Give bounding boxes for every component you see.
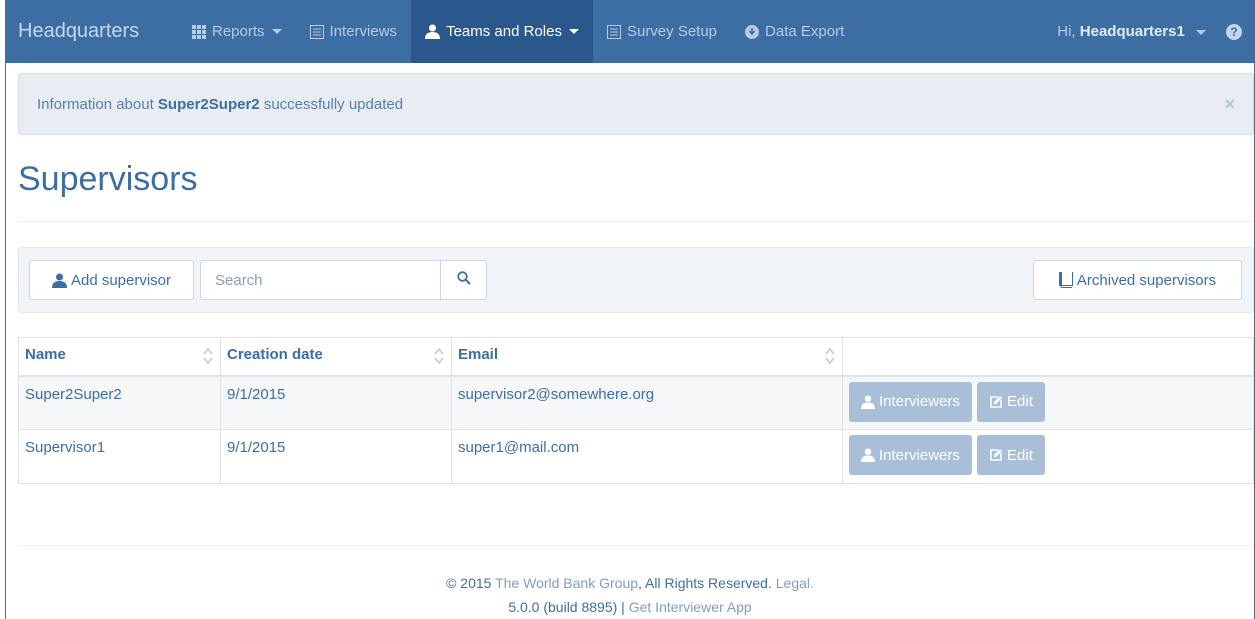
footer-divider — [18, 545, 1254, 546]
cell-creation-date: 9/1/2015 — [220, 429, 452, 484]
alert-message: Information about Super2Super2 successfu… — [37, 96, 403, 113]
list-icon — [309, 24, 324, 39]
chevron-down-icon — [568, 29, 579, 34]
column-header-actions — [842, 337, 1254, 377]
cell-name: Supervisor1 — [18, 429, 221, 484]
nav-survey-setup[interactable]: Survey Setup — [593, 0, 731, 63]
cell-actions: Interviewers Edit — [842, 429, 1254, 484]
alert-name: Super2Super2 — [157, 95, 260, 113]
user-icon — [425, 24, 441, 39]
success-alert: Information about Super2Super2 successfu… — [18, 73, 1254, 135]
cell-actions: Interviewers Edit — [842, 375, 1254, 430]
cell-email: supervisor2@somewhere.org — [451, 375, 843, 430]
edit-icon — [989, 448, 1003, 462]
column-header-label: Email — [458, 346, 499, 363]
archived-supervisors-button[interactable]: Archived supervisors — [1033, 260, 1242, 300]
table-header-row: Name Creation date Email — [18, 337, 1254, 377]
column-header-creation-date[interactable]: Creation date — [220, 337, 452, 377]
world-bank-link[interactable]: The World Bank Group — [495, 575, 638, 591]
nav-survey-setup-label: Survey Setup — [626, 23, 718, 40]
sort-icon — [202, 346, 214, 370]
nav-reports-label: Reports — [212, 23, 265, 40]
cell-email: super1@mail.com — [451, 429, 843, 484]
list-icon — [606, 24, 621, 39]
nav-teams-and-roles[interactable]: Teams and Roles — [411, 0, 593, 63]
add-supervisor-button[interactable]: Add supervisor — [29, 260, 194, 300]
nav-data-export-label: Data Export — [765, 23, 845, 40]
nav-interviews[interactable]: Interviews — [296, 0, 412, 63]
footer: © 2015 The World Bank Group, All Rights … — [6, 571, 1254, 619]
copyright: © 2015 — [446, 575, 492, 591]
column-header-label: Creation date — [227, 346, 323, 363]
greeting: Hi, — [1057, 23, 1076, 40]
alert-suffix: successfully updated — [263, 95, 404, 113]
table-row: Super2Super2 9/1/2015 supervisor2@somewh… — [18, 375, 1254, 430]
user-menu[interactable]: Hi, Headquarters1 — [1057, 23, 1226, 40]
nav-interviews-label: Interviews — [329, 23, 398, 40]
edit-label: Edit — [1007, 446, 1033, 464]
nav-teams-label: Teams and Roles — [446, 23, 562, 40]
book-icon — [1058, 272, 1073, 288]
chevron-down-icon — [1196, 29, 1206, 35]
nav-reports[interactable]: Reports — [178, 0, 296, 63]
nav-data-export[interactable]: Data Export — [731, 0, 858, 63]
nav-right: Hi, Headquarters1 ? — [1057, 0, 1254, 63]
edit-icon — [989, 395, 1003, 409]
add-supervisor-label: Add supervisor — [70, 271, 172, 289]
top-navbar: Headquarters Reports Interviews Teams an… — [6, 0, 1254, 63]
edit-label: Edit — [1007, 393, 1033, 410]
footer-line-1: © 2015 The World Bank Group, All Rights … — [6, 571, 1254, 595]
interviewers-button[interactable]: Interviewers — [849, 381, 972, 422]
alert-prefix: Information about — [37, 95, 154, 113]
page-title: Supervisors — [18, 160, 198, 198]
footer-line-2: 5.0.0 (build 8895) | Get Interviewer App — [6, 595, 1254, 619]
grid-icon — [192, 24, 206, 39]
table-row: Supervisor1 9/1/2015 super1@mail.com Int… — [18, 429, 1254, 484]
edit-button[interactable]: Edit — [977, 435, 1045, 475]
column-header-name[interactable]: Name — [18, 337, 221, 377]
search-input[interactable] — [200, 260, 441, 300]
app-frame: Headquarters Reports Interviews Teams an… — [5, 0, 1255, 619]
toolbar: Add supervisor Archived supervisors — [18, 247, 1254, 313]
user-icon — [861, 394, 875, 409]
supervisors-table: Name Creation date Email Super2Super2 9/… — [18, 337, 1254, 484]
edit-button[interactable]: Edit — [977, 381, 1045, 422]
version-text: 5.0.0 (build 8895) | — [508, 599, 625, 615]
chevron-down-icon — [271, 29, 282, 34]
legal-link[interactable]: Legal. — [776, 575, 814, 591]
rights-text: , All Rights Reserved. — [638, 575, 772, 591]
sort-icon — [824, 346, 836, 370]
sort-icon — [433, 346, 445, 370]
interviewers-label: Interviewers — [879, 393, 960, 410]
column-header-label: Name — [25, 346, 66, 363]
cell-creation-date: 9/1/2015 — [220, 375, 452, 430]
interviewers-label: Interviewers — [879, 446, 960, 464]
column-header-email[interactable]: Email — [451, 337, 843, 377]
title-divider — [18, 221, 1254, 222]
brand-link[interactable]: Headquarters — [6, 20, 178, 43]
user-icon — [51, 273, 67, 288]
interviewers-button[interactable]: Interviewers — [849, 435, 972, 475]
help-icon[interactable]: ? — [1226, 23, 1242, 40]
user-icon — [861, 448, 875, 462]
download-circle-icon — [745, 24, 760, 39]
get-interviewer-app-link[interactable]: Get Interviewer App — [629, 599, 752, 615]
archived-supervisors-label: Archived supervisors — [1076, 271, 1217, 289]
cell-name: Super2Super2 — [18, 375, 221, 430]
search-icon — [456, 270, 471, 290]
close-icon[interactable]: × — [1224, 94, 1235, 115]
search-button[interactable] — [440, 260, 487, 300]
username: Headquarters1 — [1079, 23, 1185, 40]
